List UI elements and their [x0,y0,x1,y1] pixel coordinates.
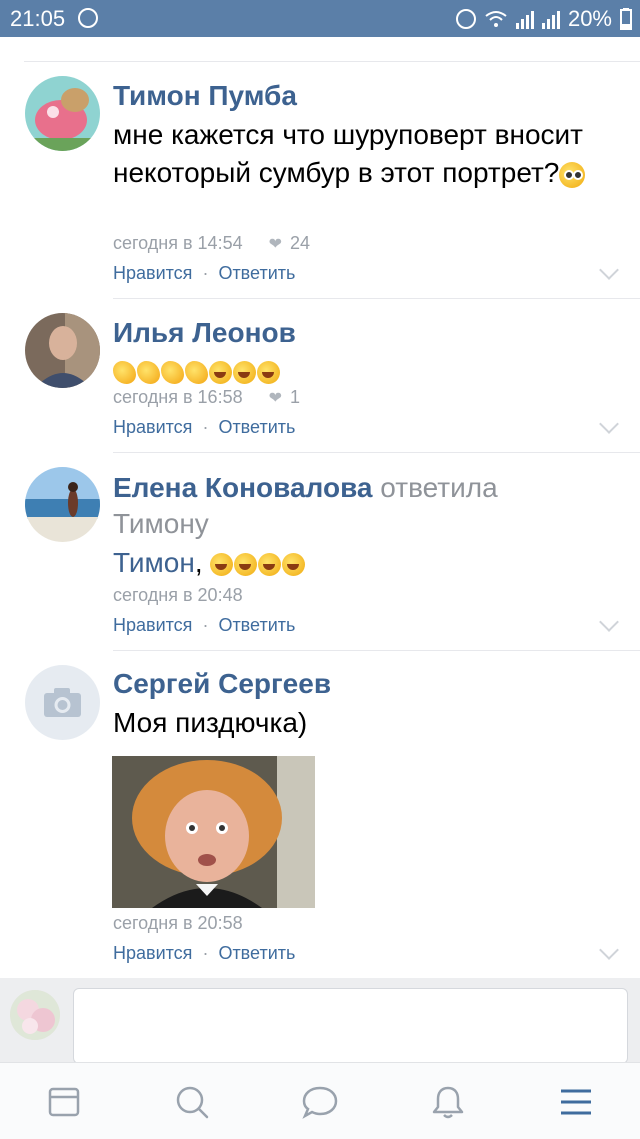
comment-actions: Нравится · Ответить [113,615,295,636]
comment-divider [113,298,640,299]
avatar[interactable] [25,76,100,151]
wifi-icon [485,11,507,27]
reply-button[interactable]: Ответить [218,417,295,438]
comment-meta: сегодня в 16:58 ❤ 1 [113,387,300,408]
comment-divider [113,650,640,651]
comment-time: сегодня в 20:48 [113,585,243,605]
comment-meta: сегодня в 20:48 [113,585,243,606]
status-right: 20% [455,6,632,32]
laughing-emoji-icon [234,553,258,577]
like-count: ❤ 24 [268,233,311,253]
flushed-emoji-icon [559,161,586,188]
reply-button[interactable]: Ответить [218,263,295,284]
like-count: ❤ 1 [268,387,301,407]
reply-button[interactable]: Ответить [218,943,295,964]
battery-icon [620,8,632,30]
avatar[interactable] [25,313,100,388]
tab-messages[interactable] [295,1077,345,1127]
signal-icon [515,9,534,29]
comment-text: Тимон, [113,544,613,582]
comment-time: сегодня в 16:58 [113,387,243,407]
laughing-emoji-icon [257,361,280,385]
alarm-icon [455,9,476,29]
tab-news[interactable] [39,1077,89,1127]
comment-time: сегодня в 14:54 [113,233,243,253]
mention-link[interactable]: Тимон [113,547,195,578]
viber-icon [78,8,98,28]
clap-emoji-icon [161,361,184,385]
action-separator: · [202,417,209,437]
heart-icon: ❤ [268,235,283,253]
news-icon [48,1087,80,1117]
comment-author[interactable]: Тимон Пумба [113,80,297,112]
comment-text: мне кажется что шуруповерт вносит некото… [113,116,613,192]
comment-meta: сегодня в 14:54 ❤ 24 [113,233,310,254]
tab-search[interactable] [167,1077,217,1127]
my-avatar[interactable] [10,990,60,1040]
messages-icon [302,1086,338,1119]
comment-actions: Нравится · Ответить [113,943,295,964]
laughing-emoji-icon [233,361,256,385]
laughing-emoji-icon [282,553,306,577]
comment-author[interactable]: Елена Коновалова [113,472,373,503]
comment-author-line: Елена Коновалова ответила Тимону [113,470,533,542]
bottom-tab-bar [0,1062,640,1139]
comment-author[interactable]: Сергей Сергеев [113,668,331,700]
comment-author[interactable]: Илья Леонов [113,317,296,349]
comment-time: сегодня в 20:58 [113,913,243,933]
comment-text: Моя пиздючка) [113,707,308,738]
laughing-emoji-icon [210,553,234,577]
signal-icon-2 [541,9,560,29]
comment-actions: Нравится · Ответить [113,263,295,284]
notifications-icon [432,1086,464,1119]
heart-icon: ❤ [268,389,283,407]
camera-icon [44,688,81,717]
comment-actions: Нравится · Ответить [113,417,295,438]
action-separator: · [202,615,209,635]
comment-composer [0,978,640,1064]
like-button[interactable]: Нравится [113,263,192,284]
like-button[interactable]: Нравится [113,943,192,964]
clap-emoji-icon [185,361,208,385]
comment-divider [113,452,640,453]
avatar[interactable] [25,665,100,740]
clap-emoji-icon [113,361,136,385]
action-separator: · [202,263,209,283]
comment-meta: сегодня в 20:58 [113,913,243,934]
tab-notifications[interactable] [423,1077,473,1127]
chevron-down-icon[interactable] [599,612,619,632]
clap-emoji-icon [137,361,160,385]
comment-input[interactable] [73,988,628,1064]
battery-text: 20% [567,6,612,31]
like-button[interactable]: Нравится [113,615,192,636]
like-button[interactable]: Нравится [113,417,192,438]
status-bar: 21:05 20% [0,0,640,37]
search-icon [176,1086,209,1119]
status-time: 21:05 [10,6,66,31]
chevron-down-icon[interactable] [599,260,619,280]
top-divider [24,61,640,62]
avatar[interactable] [25,467,100,542]
reply-button[interactable]: Ответить [218,615,295,636]
attached-photo[interactable] [112,756,315,908]
chevron-down-icon[interactable] [599,940,619,960]
menu-icon [561,1089,591,1115]
action-separator: · [202,943,209,963]
tab-menu[interactable] [551,1077,601,1127]
laughing-emoji-icon [209,361,232,385]
laughing-emoji-icon [258,553,282,577]
comment-emojis [113,352,613,390]
chevron-down-icon[interactable] [599,414,619,434]
